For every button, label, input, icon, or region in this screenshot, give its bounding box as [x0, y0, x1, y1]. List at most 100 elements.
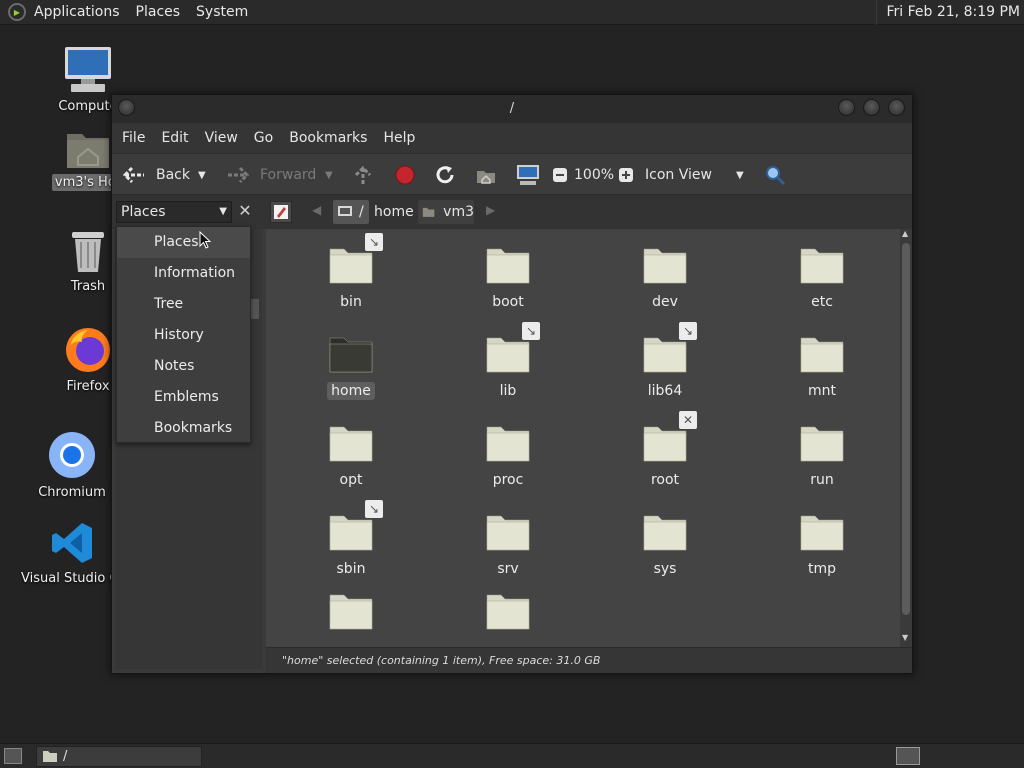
folder-name: sys [653, 561, 677, 577]
folder-item[interactable]: ↘ sbin [301, 500, 401, 578]
computer-icon [517, 165, 539, 185]
menu-bookmarks[interactable]: Bookmarks [281, 130, 375, 146]
applications-logo-icon[interactable]: ▶ [8, 3, 26, 21]
minimize-button[interactable] [838, 99, 855, 116]
window-titlebar[interactable]: / [112, 95, 912, 123]
folder-item[interactable] [458, 591, 558, 647]
folder-item[interactable]: ↘ lib [458, 322, 558, 400]
forward-button[interactable]: Forward [226, 154, 316, 196]
desktop-icon-label: Trash [70, 279, 106, 294]
folder-icon [43, 751, 57, 762]
folder-name: root [650, 472, 680, 488]
folder-item[interactable]: run [772, 423, 872, 489]
folder-item[interactable]: home [301, 334, 401, 400]
crumb-home[interactable]: home [374, 200, 414, 224]
menu-item-emblems[interactable]: Emblems [117, 382, 250, 413]
maximize-button[interactable] [863, 99, 880, 116]
sidebar-scrollbar[interactable] [251, 299, 259, 319]
crumb-home-label: home [374, 204, 414, 220]
crumb-vm3[interactable]: vm3 [418, 200, 474, 224]
view-mode-dropdown[interactable]: ▼ [736, 154, 744, 196]
file-icon-view[interactable]: ↘ bin boot dev etc home ↘ lib ↘ lib64 mnt opt proc ✕ r… [266, 229, 900, 647]
menu-view[interactable]: View [197, 130, 246, 146]
places-menu[interactable]: Places [128, 4, 189, 20]
menu-item-places[interactable]: Places [117, 227, 250, 258]
sidebar-type-label: Places [121, 204, 166, 220]
folder-item[interactable]: ✕ root [615, 411, 715, 489]
back-history-dropdown[interactable]: ▼ [198, 154, 206, 196]
crumb-root[interactable]: / [333, 200, 369, 224]
folder-name: etc [811, 294, 833, 310]
firefox-icon [66, 328, 110, 372]
scroll-down-arrow-icon[interactable]: ▼ [902, 633, 908, 642]
folder-item[interactable]: tmp [772, 512, 872, 578]
applications-menu[interactable]: Applications [26, 4, 128, 20]
zoom-level[interactable]: 100% [574, 154, 614, 196]
content-scrollbar[interactable]: ▲ ▼ [900, 229, 912, 647]
menu-edit[interactable]: Edit [153, 130, 196, 146]
search-button[interactable] [764, 154, 786, 196]
up-arrow-icon [354, 165, 372, 184]
folder-name: lib [499, 383, 517, 399]
folder-item[interactable]: ↘ lib64 [615, 322, 715, 400]
content-scrollbar-thumb[interactable] [902, 243, 910, 615]
sidebar-type-select[interactable]: Places ▼ [116, 201, 232, 223]
menu-go[interactable]: Go [246, 130, 281, 146]
folder-item[interactable]: boot [458, 245, 558, 311]
folder-name: run [810, 472, 834, 488]
menu-file[interactable]: File [114, 130, 153, 146]
scroll-up-arrow-icon[interactable]: ▲ [902, 229, 908, 238]
menu-help[interactable]: Help [375, 130, 423, 146]
folder-item[interactable]: opt [301, 423, 401, 489]
taskbar-window-title: / [63, 749, 68, 764]
folder-name: tmp [807, 561, 836, 577]
folder-item[interactable]: mnt [772, 334, 872, 400]
home-button[interactable] [475, 154, 497, 196]
folder-item[interactable]: dev [615, 245, 715, 311]
folder-icon [643, 426, 687, 462]
menu-item-tree[interactable]: Tree [117, 289, 250, 320]
stop-button[interactable] [394, 154, 416, 196]
reload-button[interactable] [434, 154, 456, 196]
close-icon: ✕ [238, 201, 252, 220]
symlink-emblem-icon: ↘ [522, 322, 540, 340]
folder-name: opt [339, 472, 363, 488]
back-label: Back [156, 167, 190, 183]
symlink-emblem-icon: ↘ [679, 322, 697, 340]
show-desktop-icon[interactable] [4, 748, 22, 764]
computer-button[interactable] [516, 154, 540, 196]
crumb-scroll-right-icon[interactable]: ▶ [486, 203, 495, 217]
location-edit-toggle[interactable] [270, 201, 292, 223]
system-menu[interactable]: System [188, 4, 256, 20]
bottom-panel: / [0, 743, 1024, 768]
clock[interactable]: Fri Feb 21, 8:19 PM [875, 0, 1020, 25]
view-mode-select[interactable]: Icon View [645, 154, 712, 196]
zoom-out-button[interactable] [552, 154, 568, 196]
folder-item[interactable]: srv [458, 512, 558, 578]
desktop-icon-chromium[interactable]: Chromium [22, 430, 122, 501]
folder-icon [800, 426, 844, 462]
workspace-switcher[interactable] [896, 747, 920, 765]
menu-item-notes[interactable]: Notes [117, 351, 250, 382]
menu-item-bookmarks[interactable]: Bookmarks [117, 413, 250, 444]
up-button[interactable] [352, 154, 374, 196]
back-button[interactable]: Back [122, 154, 190, 196]
menu-item-information[interactable]: Information [117, 258, 250, 289]
folder-item[interactable] [301, 591, 401, 647]
sidebar-close-button[interactable]: ✕ [234, 201, 256, 223]
folder-item[interactable]: sys [615, 512, 715, 578]
pencil-icon [274, 205, 288, 219]
forward-history-dropdown[interactable]: ▼ [325, 154, 333, 196]
crumb-scroll-left-icon[interactable]: ◀ [312, 203, 321, 217]
taskbar-window-button[interactable]: / [36, 746, 202, 767]
folder-item[interactable]: ↘ bin [301, 233, 401, 311]
menu-item-history[interactable]: History [117, 320, 250, 351]
folder-name: srv [497, 561, 519, 577]
folder-name: dev [652, 294, 678, 310]
sidebar-type-menu: Places Information Tree History Notes Em… [116, 226, 251, 443]
folder-item[interactable]: proc [458, 423, 558, 489]
folder-icon [643, 248, 687, 284]
zoom-in-button[interactable] [618, 154, 634, 196]
close-button[interactable] [888, 99, 905, 116]
folder-item[interactable]: etc [772, 245, 872, 311]
